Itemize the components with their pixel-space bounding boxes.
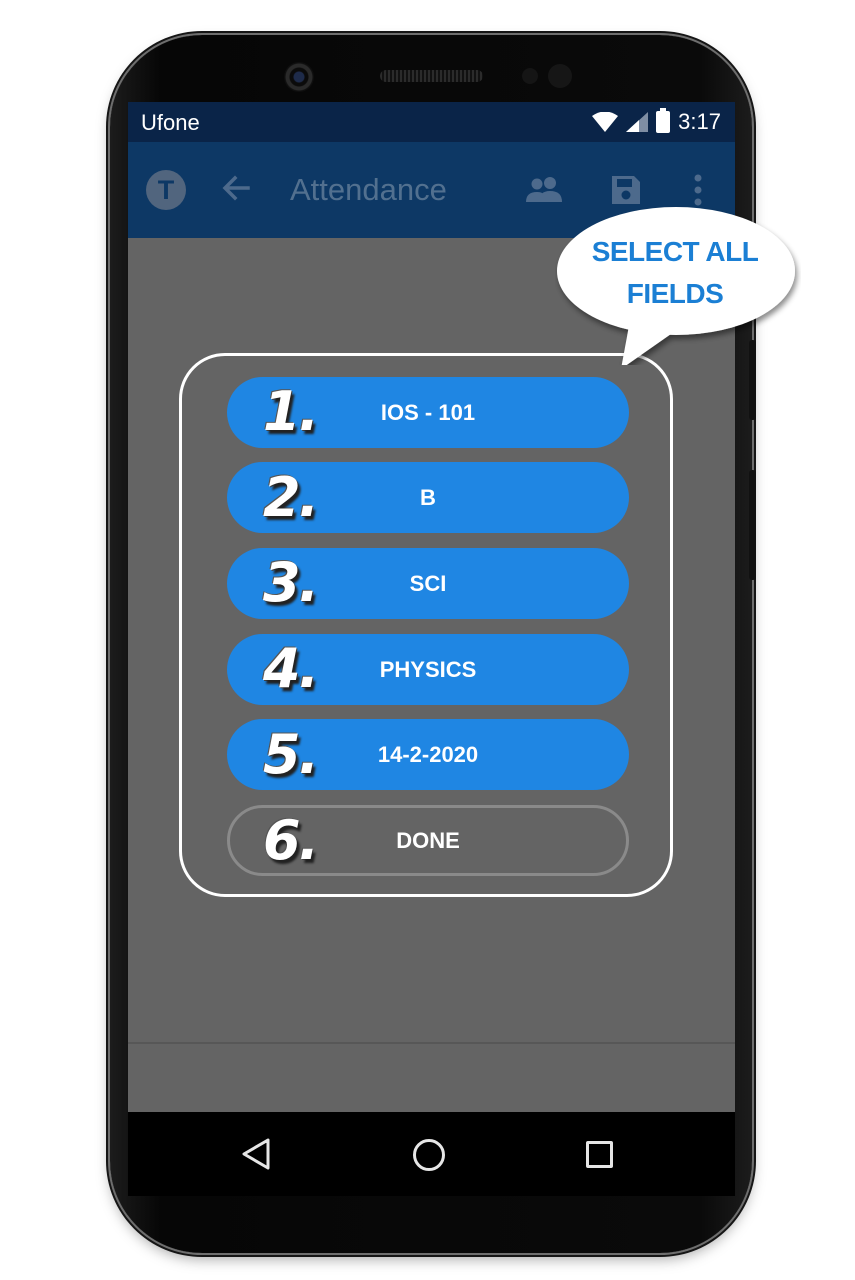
status-time: 3:17	[678, 109, 721, 134]
page-title: Attendance	[290, 172, 447, 207]
step-number-1: 1.	[263, 380, 319, 443]
content-divider	[128, 1042, 735, 1044]
front-camera	[284, 62, 314, 92]
nav-recent-apps-icon[interactable]	[586, 1141, 613, 1168]
signal-icon	[626, 112, 649, 132]
nav-back-icon[interactable]	[240, 1137, 272, 1171]
section-value: B	[420, 484, 436, 510]
date-value: 14-2-2020	[377, 741, 479, 767]
power-button	[749, 470, 756, 580]
status-icons: 3:17	[592, 108, 721, 135]
step-number-4: 4.	[263, 637, 319, 700]
carrier-name: Ufone	[141, 110, 200, 135]
light-sensor	[548, 64, 572, 88]
nav-home-icon[interactable]	[413, 1139, 445, 1171]
course-value: IOS - 101	[380, 399, 476, 425]
save-icon[interactable]	[610, 174, 642, 206]
group-icon[interactable]	[526, 176, 562, 202]
battery-icon	[656, 108, 671, 133]
status-bar: Ufone 3:17	[128, 102, 735, 142]
proximity-sensor	[522, 68, 538, 84]
step-number-2: 2.	[263, 466, 319, 529]
step-number-5: 5.	[263, 723, 319, 786]
earpiece-speaker	[380, 70, 483, 82]
callout-text: SELECT ALL FIELDS	[575, 231, 775, 315]
step-number-6: 6.	[263, 809, 319, 872]
callout-line-2: FIELDS	[626, 278, 724, 309]
step-number-3: 3.	[263, 551, 319, 614]
more-vert-icon[interactable]	[694, 174, 702, 206]
subject-value: PHYSICS	[379, 656, 477, 682]
done-label: DONE	[396, 827, 460, 853]
callout-line-1: SELECT ALL	[591, 236, 759, 267]
back-arrow-icon[interactable]	[220, 172, 252, 204]
wifi-icon	[592, 112, 619, 132]
navigation-bar	[128, 1112, 735, 1196]
department-value: SCI	[409, 570, 447, 596]
avatar[interactable]: T	[146, 170, 186, 210]
